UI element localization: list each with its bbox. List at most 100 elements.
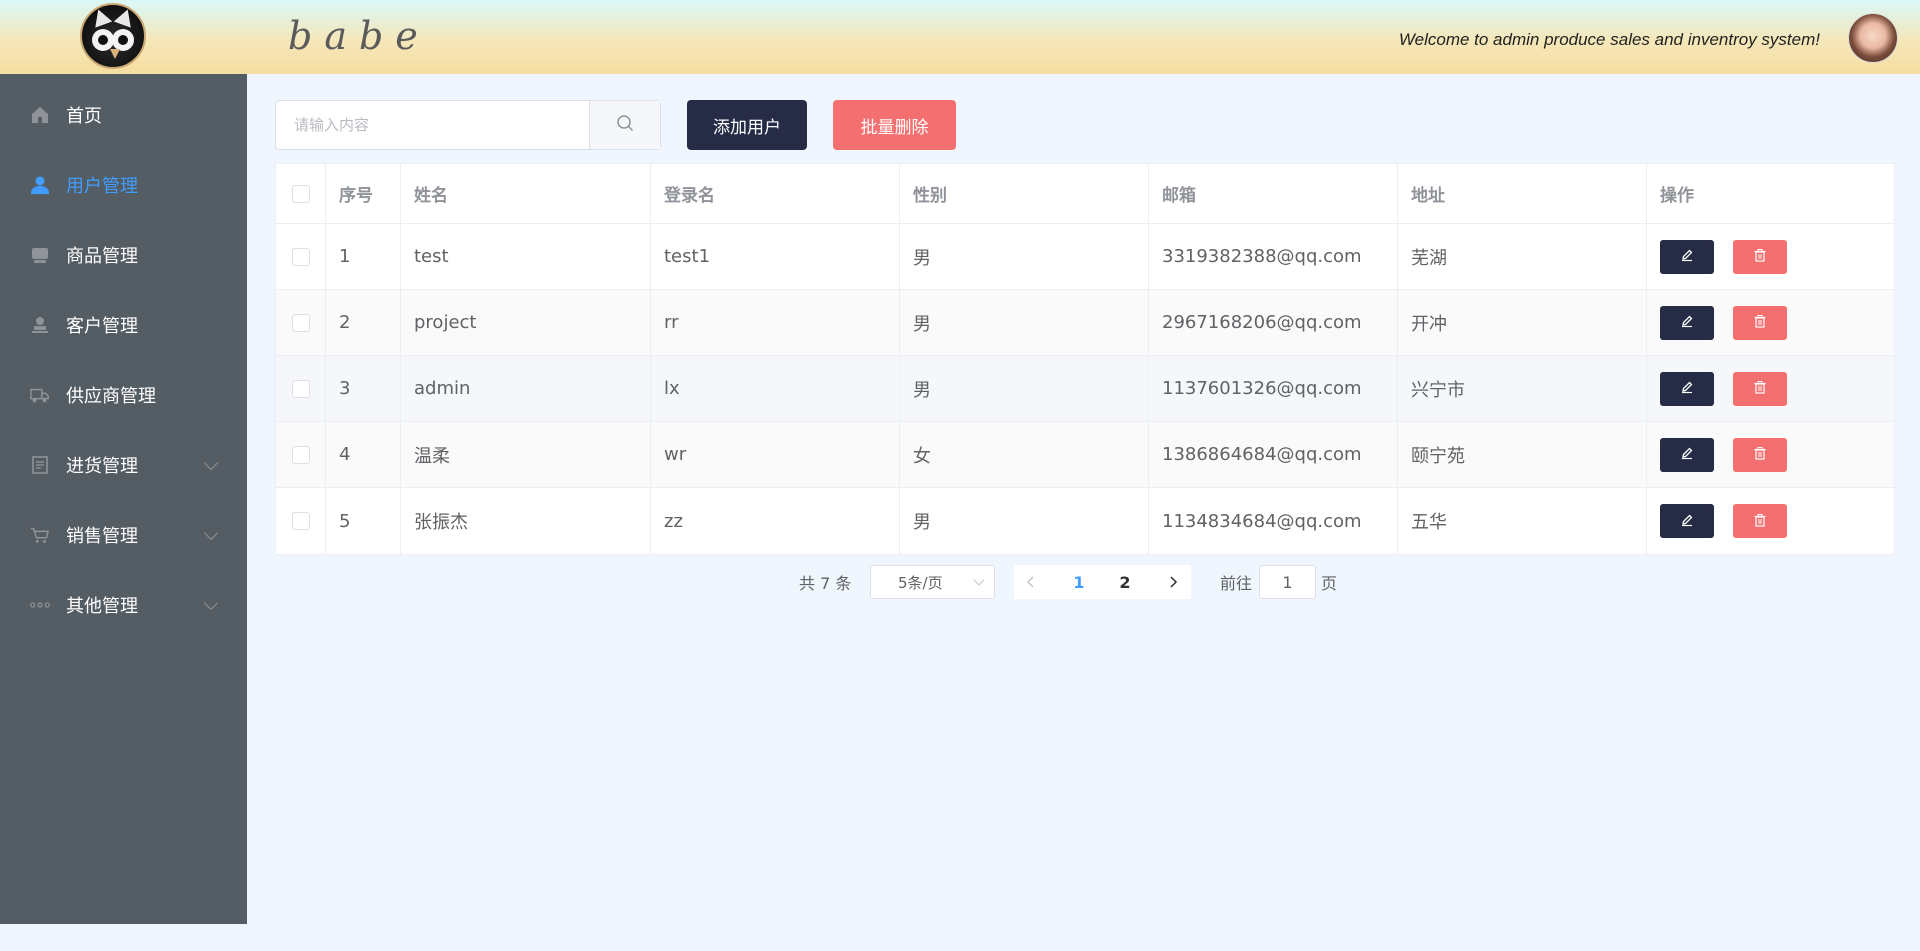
customer-icon [30,315,50,335]
sidebar-menu: 首页 用户管理 商品管理 客户管理 供应商管理 进货管理 销售管理 其他管理 [0,74,247,924]
cell-no: 3 [326,356,401,421]
row-checkbox-cell [276,224,326,289]
sidebar-item-users[interactable]: 用户管理 [0,150,247,220]
edit-icon [1680,511,1694,532]
search-button[interactable] [589,101,660,149]
edit-icon [1680,246,1694,267]
edit-button[interactable] [1660,239,1714,274]
row-checkbox-cell [276,290,326,355]
batch-delete-button[interactable]: 批量删除 [833,100,956,150]
cell-no: 4 [326,422,401,487]
chevron-down-icon [973,574,985,586]
page-number-1[interactable]: 1 [1064,565,1094,599]
chevron-right-icon [1168,573,1178,592]
delete-button[interactable] [1733,371,1787,406]
cell-address: 五华 [1398,488,1647,554]
row-checkbox[interactable] [291,247,310,266]
cell-actions [1647,422,1894,487]
prev-page-button[interactable] [1016,565,1046,599]
row-checkbox[interactable] [291,313,310,332]
sidebar-item-label: 商品管理 [66,246,138,267]
header-checkbox-cell [276,164,326,223]
sidebar-item-customers[interactable]: 客户管理 [0,290,247,360]
cell-name: test [401,224,651,289]
edit-icon [1680,444,1694,465]
cell-login: test1 [651,224,900,289]
trash-icon [1753,511,1767,532]
edit-button[interactable] [1660,305,1714,340]
sidebar-item-label: 供应商管理 [66,386,156,407]
truck-icon [30,385,50,405]
edit-icon [1680,312,1694,333]
cell-name: project [401,290,651,355]
chevron-down-icon [203,455,219,471]
edit-button[interactable] [1660,371,1714,406]
cell-email: 1137601326@qq.com [1149,356,1398,421]
cell-login: zz [651,488,900,554]
edit-button[interactable] [1660,504,1714,538]
user-avatar[interactable] [1848,13,1898,63]
table-row: 3 admin lx 男 1137601326@qq.com 兴宁市 [276,356,1894,422]
chevron-down-icon [203,595,219,611]
page-number-2[interactable]: 2 [1110,565,1140,599]
cell-address: 兴宁市 [1398,356,1647,421]
sidebar-item-sales[interactable]: 销售管理 [0,500,247,570]
cell-address: 开冲 [1398,290,1647,355]
user-icon [30,175,50,195]
row-checkbox-cell [276,488,326,554]
cell-email: 3319382388@qq.com [1149,224,1398,289]
trash-icon [1753,246,1767,267]
page-size-value: 5条/页 [898,573,943,592]
column-header: 地址 [1398,164,1647,223]
sidebar-item-goods[interactable]: 商品管理 [0,220,247,290]
cell-login: wr [651,422,900,487]
sidebar-item-label: 客户管理 [66,316,138,337]
sidebar-item-label: 用户管理 [66,176,138,197]
next-page-button[interactable] [1158,565,1188,599]
delete-button[interactable] [1733,504,1787,538]
delete-button[interactable] [1733,305,1787,340]
sidebar-item-purchase[interactable]: 进货管理 [0,430,247,500]
sidebar-item-other[interactable]: 其他管理 [0,570,247,640]
users-table: 序号 姓名 登录名 性别 邮箱 地址 操作 1 test test1 男 331… [275,163,1895,555]
edit-button[interactable] [1660,437,1714,472]
cell-name: admin [401,356,651,421]
row-checkbox-cell [276,422,326,487]
row-checkbox[interactable] [291,445,310,464]
delete-button[interactable] [1733,239,1787,274]
column-header: 序号 [326,164,401,223]
trash-icon [1753,378,1767,399]
row-checkbox[interactable] [291,512,310,530]
cell-no: 2 [326,290,401,355]
cell-login: rr [651,290,900,355]
cell-no: 1 [326,224,401,289]
add-user-button[interactable]: 添加用户 [687,100,807,150]
pagination-pager: 1 2 [1014,565,1191,599]
sidebar-item-label: 进货管理 [66,456,138,477]
cell-gender: 男 [900,488,1149,554]
delete-button[interactable] [1733,437,1787,472]
table-header-row: 序号 姓名 登录名 性别 邮箱 地址 操作 [276,164,1894,224]
brand-title: babe [288,14,430,58]
cell-actions [1647,224,1894,289]
row-checkbox-cell [276,356,326,421]
select-all-checkbox[interactable] [291,184,310,203]
table-row: 1 test test1 男 3319382388@qq.com 芜湖 [276,224,1894,290]
sidebar-item-suppliers[interactable]: 供应商管理 [0,360,247,430]
page-size-select[interactable]: 5条/页 [870,565,995,599]
owl-logo [80,3,146,69]
cell-email: 1386864684@qq.com [1149,422,1398,487]
cell-login: lx [651,356,900,421]
table-row: 4 温柔 wr 女 1386864684@qq.com 颐宁苑 [276,422,1894,488]
row-checkbox[interactable] [291,379,310,398]
column-header: 性别 [900,164,1149,223]
search-icon [616,114,634,136]
goto-page-input[interactable] [1259,565,1316,599]
search-input[interactable] [276,101,590,149]
document-icon [30,455,50,475]
sidebar-item-home[interactable]: 首页 [0,80,247,150]
cell-email: 2967168206@qq.com [1149,290,1398,355]
home-icon [30,105,50,125]
table-row: 5 张振杰 zz 男 1134834684@qq.com 五华 [276,488,1894,554]
goods-icon [30,245,50,265]
